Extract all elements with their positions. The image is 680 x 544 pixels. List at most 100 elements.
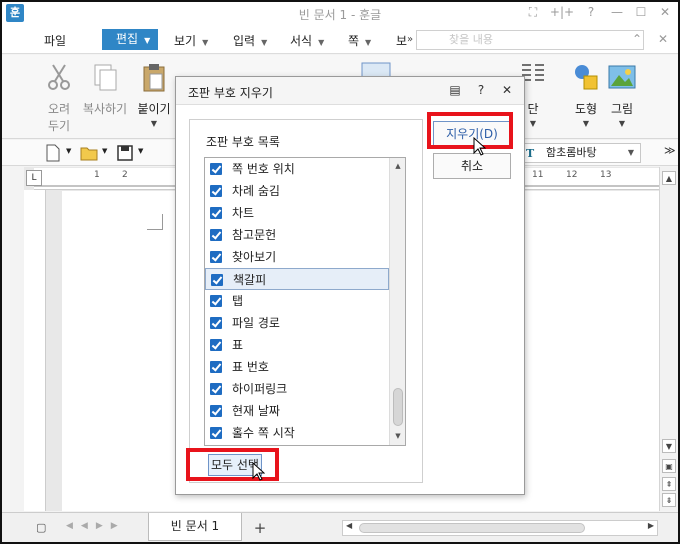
markup-list-item[interactable]: 차례 숨김 [205,180,389,202]
dialog-menu-icon[interactable]: ▤ [446,83,464,97]
checkbox-checked-icon[interactable] [210,405,222,417]
chevron-down-icon: ▼ [150,119,158,128]
split-view-icon[interactable]: +|+ [548,5,576,19]
horizontal-scrollbar[interactable]: ◀ ▶ [342,520,658,536]
collapse-ribbon-icon[interactable]: ⌃ [632,32,642,46]
markup-list-item[interactable]: 표 번호 [205,356,389,378]
markup-list-item[interactable]: 쪽 번호 위치 [205,158,389,180]
list-scroll-thumb[interactable] [393,388,403,426]
list-scrollbar[interactable]: ▲ ▼ [389,158,405,445]
vertical-scrollbar[interactable]: ▲ ▼ ▣ ⇞ ⇟ [659,167,678,511]
markup-list-item[interactable]: 파일 경로 [205,312,389,334]
font-select[interactable]: T 함초롬바탕 ▼ [519,143,641,163]
checkbox-checked-icon[interactable] [210,295,222,307]
menu-file[interactable]: 파일 [44,32,66,49]
next-page-icon[interactable]: ⇟ [662,493,676,507]
chevron-down-icon: ▼ [318,38,325,47]
chevron-down-icon[interactable]: ▼ [138,147,143,155]
checkbox-checked-icon[interactable] [210,317,222,329]
ruler-number: 13 [600,170,612,180]
checkbox-checked-icon[interactable] [210,163,222,175]
tab-stop-selector[interactable]: L [26,170,42,186]
menu-page[interactable]: 쪽 ▼ [348,32,371,49]
save-icon[interactable] [116,144,134,162]
markup-list-item[interactable]: 탭 [205,290,389,312]
shapes-button[interactable]: 도형 ▼ [570,61,602,128]
scroll-down-icon[interactable]: ▼ [392,430,404,442]
dialog-help-icon[interactable]: ? [472,83,490,97]
cut-button[interactable]: 오려 두기 [42,61,76,134]
chevron-down-icon[interactable]: ▼ [66,147,71,155]
page-icon[interactable]: ▢ [36,521,46,534]
markup-list-item[interactable]: 홀수 쪽 시작 [205,422,389,444]
scroll-right-icon[interactable]: ▶ [648,521,654,530]
horizontal-scroll-thumb[interactable] [359,523,585,533]
checkbox-checked-icon[interactable] [210,427,222,439]
paste-label: 붙이기 [137,102,171,116]
scroll-up-icon[interactable]: ▲ [662,171,676,185]
checkbox-checked-icon[interactable] [210,229,222,241]
checkbox-checked-icon[interactable] [210,361,222,373]
font-type-icon: T [526,147,535,160]
markup-list-item[interactable]: 하이퍼링크 [205,378,389,400]
dialog-close-icon[interactable]: ✕ [498,83,516,97]
checkbox-checked-icon[interactable] [210,339,222,351]
prev-page-icon[interactable]: ⇞ [662,477,676,491]
scroll-up-icon[interactable]: ▲ [392,160,404,172]
markup-list[interactable]: 쪽 번호 위치 차례 숨김 차트참고문헌찾아보기 책갈피 탭파일 경로표표 번호 하이퍼링… [204,157,406,446]
menu-edit[interactable]: 편집 ▼ [102,29,158,50]
scroll-down-icon[interactable]: ▼ [662,439,676,453]
markup-list-item[interactable]: 현재 날짜 [205,400,389,422]
new-document-icon[interactable] [44,144,62,162]
scroll-left-icon[interactable]: ◀ [346,521,352,530]
markup-list-item[interactable]: 책갈피 [205,268,389,290]
checkbox-checked-icon[interactable] [210,207,222,219]
chevron-down-icon: ▼ [202,38,209,47]
checkbox-checked-icon[interactable] [210,185,222,197]
picture-icon [608,65,636,89]
markup-list-item[interactable]: 표 [205,334,389,356]
erase-button-highlight [427,112,513,149]
menu-view[interactable]: 보기 ▼ [174,32,208,49]
markup-item-label: 참고문헌 [232,228,277,242]
scissors-icon [48,64,70,90]
copy-label: 복사하기 [82,102,128,116]
menu-insert[interactable]: 입력 ▼ [233,32,267,49]
dialog-title-bar: 조판 부호 지우기 ▤ ? ✕ [176,77,524,105]
add-tab-button[interactable]: + [248,518,272,538]
chevron-down-icon[interactable]: ▼ [102,147,107,155]
maximize-button[interactable]: ☐ [630,5,652,19]
document-tab[interactable]: 빈 문서 1 [148,513,242,541]
paste-button[interactable]: 붙이기 ▼ [136,61,172,128]
markup-item-label: 파일 경로 [232,316,280,330]
close-doc-icon[interactable]: ✕ [658,32,668,46]
checkbox-checked-icon[interactable] [211,274,223,286]
markup-item-label: 표 [232,338,244,352]
checkbox-checked-icon[interactable] [210,251,222,263]
copy-button[interactable]: 복사하기 [80,61,130,117]
markup-list-item[interactable]: 차트 [205,202,389,224]
fullscreen-icon[interactable]: ⛶ [522,5,544,20]
picture-button[interactable]: 그림 ▼ [606,61,638,128]
markup-list-item[interactable]: 찾아보기 [205,246,389,268]
minimize-button[interactable]: — [606,5,628,19]
ruler-number: 1 [94,170,100,180]
page-view-icon[interactable]: ▣ [662,459,676,473]
checkbox-checked-icon[interactable] [210,383,222,395]
toolbar-expand-icon[interactable]: ≫ [664,144,676,157]
tab-nav-arrows[interactable]: ◀◀▶▶ [66,521,126,531]
font-name: 함초롬바탕 [546,146,597,159]
paste-icon [143,64,165,92]
cut-label-1: 오려 [47,102,71,116]
vertical-ruler[interactable] [24,190,46,511]
help-icon[interactable]: ? [580,5,602,19]
page-margin-mark [147,214,163,230]
dialog-title: 조판 부호 지우기 [188,86,273,100]
close-window-button[interactable]: ✕ [654,5,676,19]
find-input[interactable]: 찾을 내용 [416,30,644,50]
open-folder-icon[interactable] [80,144,98,162]
markup-list-item[interactable]: 참고문헌 [205,224,389,246]
pointer-cursor-icon [473,137,486,156]
chevron-down-icon: ▼ [261,38,268,47]
menu-format[interactable]: 서식 ▼ [290,32,324,49]
